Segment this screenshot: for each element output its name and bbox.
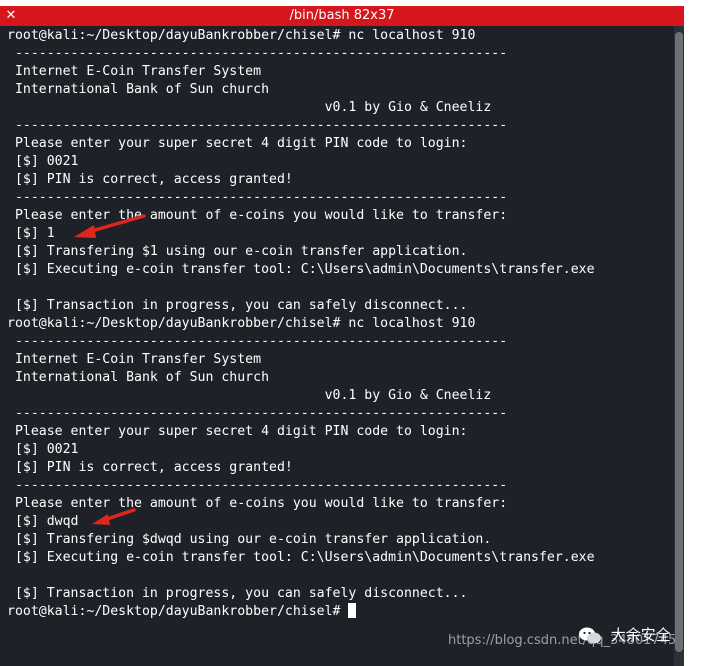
terminal-line: root@kali:~/Desktop/dayuBankrobber/chise…	[7, 27, 677, 45]
terminal-line-text: [$] Transaction in progress, you can saf…	[7, 586, 468, 601]
watermark-brand: 大余安全	[578, 620, 671, 650]
terminal-line-text: [$] PIN is correct, access granted!	[7, 172, 293, 187]
terminal-line: ----------------------------------------…	[7, 405, 677, 423]
terminal-line-text: [$] 0021	[7, 154, 79, 169]
red-arrow-icon	[74, 214, 146, 238]
terminal-line-text: [$] Transfering $1 using our e-coin tran…	[7, 244, 468, 259]
terminal-line-text: root@kali:~/Desktop/dayuBankrobber/chise…	[7, 316, 476, 331]
terminal-line-text: [$] dwqd	[7, 514, 79, 529]
red-arrow-icon	[92, 508, 136, 525]
terminal-line-text: [$] 1	[7, 226, 55, 241]
terminal-line-text: ----------------------------------------…	[7, 118, 508, 133]
terminal-line: v0.1 by Gio & Cneeliz	[7, 99, 677, 117]
terminal-line: v0.1 by Gio & Cneeliz	[7, 387, 677, 405]
terminal-line: [$] Transaction in progress, you can saf…	[7, 297, 677, 315]
terminal-line: [$] Transfering $1 using our e-coin tran…	[7, 243, 677, 261]
terminal-line-text: Internet E-Coin Transfer System	[7, 352, 262, 367]
terminal-line: [$] PIN is correct, access granted!	[7, 171, 677, 189]
terminal-line-text: International Bank of Sun church	[7, 82, 270, 97]
terminal-line-text: v0.1 by Gio & Cneeliz	[7, 100, 492, 115]
terminal-line-text: Please enter your super secret 4 digit P…	[7, 424, 468, 439]
terminal-line: [$] 0021	[7, 153, 677, 171]
terminal-line: root@kali:~/Desktop/dayuBankrobber/chise…	[7, 603, 677, 621]
terminal-line: ----------------------------------------…	[7, 117, 677, 135]
terminal-line-text: root@kali:~/Desktop/dayuBankrobber/chise…	[7, 604, 341, 619]
arrow-head	[92, 514, 110, 525]
terminal-line-text: [$] Executing e-coin transfer tool: C:\U…	[7, 262, 595, 277]
terminal-lines: root@kali:~/Desktop/dayuBankrobber/chise…	[7, 27, 677, 621]
window-edge	[684, 0, 701, 666]
terminal-line-text: [$] PIN is correct, access granted!	[7, 460, 293, 475]
terminal-line-text: [$] Executing e-coin transfer tool: C:\U…	[7, 550, 595, 565]
terminal-line-text: International Bank of Sun church	[7, 370, 270, 385]
terminal-line: root@kali:~/Desktop/dayuBankrobber/chise…	[7, 315, 677, 333]
terminal-line: [$] Executing e-coin transfer tool: C:\U…	[7, 549, 677, 567]
watermark-brand-text: 大余安全	[610, 626, 671, 644]
scrollbar-thumb[interactable]	[675, 32, 683, 652]
terminal-line-text: [$] Transfering $dwqd using our e-coin t…	[7, 532, 492, 547]
terminal-line-text: Please enter your super secret 4 digit P…	[7, 136, 468, 151]
terminal-line: [$] Transaction in progress, you can saf…	[7, 585, 677, 603]
scrollbar[interactable]	[674, 26, 684, 666]
terminal-line: Internet E-Coin Transfer System	[7, 63, 677, 81]
window-title: /bin/bash 82x37	[289, 8, 395, 23]
terminal-line-text: [$] Transaction in progress, you can saf…	[7, 298, 468, 313]
terminal-line-text: ----------------------------------------…	[7, 406, 508, 421]
terminal-line-text: ----------------------------------------…	[7, 478, 508, 493]
close-icon[interactable]: ✕	[3, 8, 19, 24]
terminal-line: International Bank of Sun church	[7, 369, 677, 387]
terminal-output[interactable]: root@kali:~/Desktop/dayuBankrobber/chise…	[0, 26, 684, 666]
terminal-line: International Bank of Sun church	[7, 81, 677, 99]
title-bar: /bin/bash 82x37 ✕	[0, 0, 701, 26]
terminal-line: [$] Executing e-coin transfer tool: C:\U…	[7, 261, 677, 279]
terminal-line-text: root@kali:~/Desktop/dayuBankrobber/chise…	[7, 28, 476, 43]
arrow-head	[74, 225, 96, 238]
terminal-line: [$] PIN is correct, access granted!	[7, 459, 677, 477]
terminal-line: Please enter your super secret 4 digit P…	[7, 423, 677, 441]
terminal-line: ----------------------------------------…	[7, 189, 677, 207]
terminal-line: Internet E-Coin Transfer System	[7, 351, 677, 369]
terminal-line-text: [$] 0021	[7, 442, 79, 457]
terminal-line: [$] 0021	[7, 441, 677, 459]
terminal-line-text: ----------------------------------------…	[7, 46, 508, 61]
arrow-shaft	[86, 214, 146, 234]
terminal-line: Please enter your super secret 4 digit P…	[7, 135, 677, 153]
terminal-cursor	[348, 603, 357, 618]
terminal-line-text: ----------------------------------------…	[7, 190, 508, 205]
terminal-line-text: v0.1 by Gio & Cneeliz	[7, 388, 492, 403]
terminal-line: ----------------------------------------…	[7, 477, 677, 495]
terminal-line: [$] Transfering $dwqd using our e-coin t…	[7, 531, 677, 549]
wechat-icon	[579, 627, 601, 643]
terminal-line-text: Internet E-Coin Transfer System	[7, 64, 262, 79]
terminal-line-text: Please enter the amount of e-coins you w…	[7, 496, 508, 511]
terminal-line-text: ----------------------------------------…	[7, 334, 508, 349]
terminal-line: ----------------------------------------…	[7, 333, 677, 351]
terminal-line: ----------------------------------------…	[7, 45, 677, 63]
